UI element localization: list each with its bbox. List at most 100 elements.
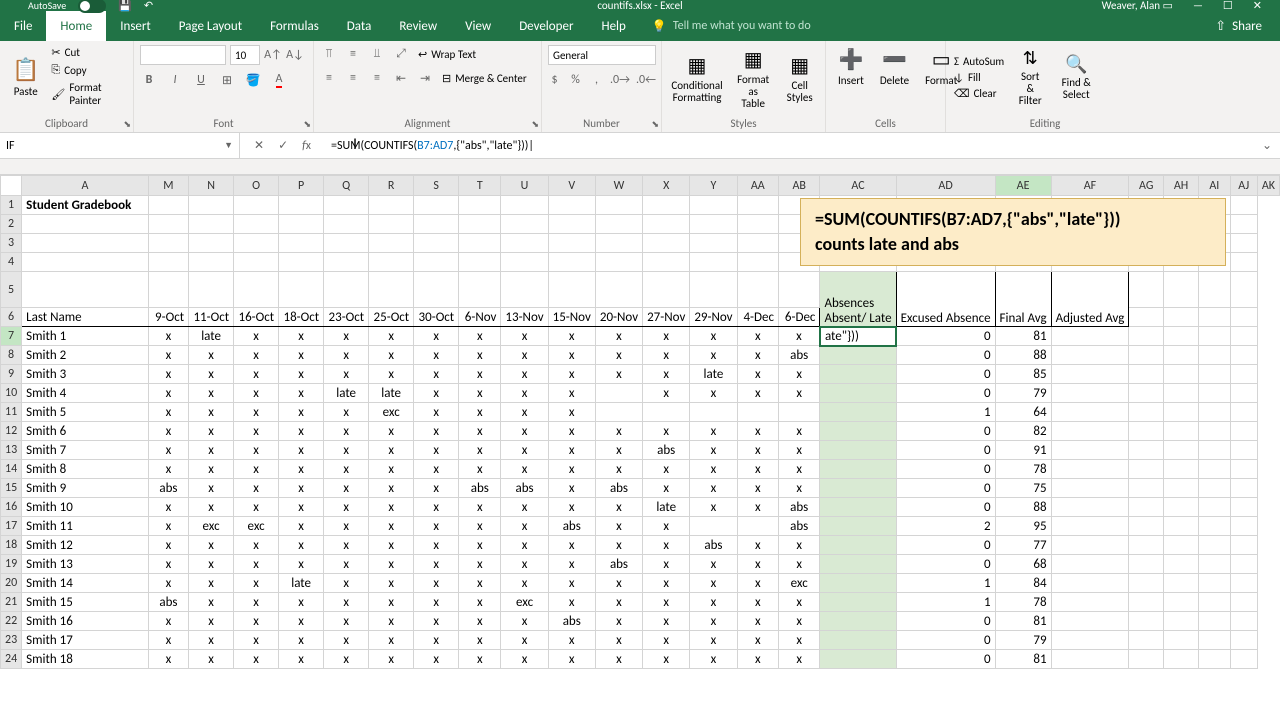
attendance-cell[interactable]: x	[690, 422, 737, 441]
date-header[interactable]: 11-Oct	[189, 308, 234, 327]
student-name[interactable]: Smith 4	[22, 384, 149, 403]
attendance-cell[interactable]: x	[369, 536, 414, 555]
attendance-cell[interactable]: x	[369, 574, 414, 593]
attendance-cell[interactable]: x	[779, 327, 820, 346]
attendance-cell[interactable]: abs	[643, 441, 690, 460]
excused-cell[interactable]: 0	[896, 631, 995, 650]
absent-late-cell[interactable]	[820, 365, 896, 384]
attendance-cell[interactable]: late	[690, 365, 737, 384]
attendance-cell[interactable]: x	[324, 612, 369, 631]
attendance-cell[interactable]: x	[779, 555, 820, 574]
attendance-cell[interactable]: late	[324, 384, 369, 403]
decrease-font-icon[interactable]: A↓	[286, 46, 304, 64]
final-avg-header[interactable]: Final Avg	[995, 272, 1051, 327]
excused-cell[interactable]: 0	[896, 422, 995, 441]
orientation-icon[interactable]: ⤢	[392, 45, 410, 63]
attendance-cell[interactable]: x	[548, 365, 595, 384]
attendance-cell[interactable]: x	[148, 498, 188, 517]
font-size-input[interactable]	[230, 45, 260, 65]
attendance-cell[interactable]: x	[459, 498, 501, 517]
attendance-cell[interactable]: x	[414, 384, 459, 403]
final-avg-cell[interactable]: 85	[995, 365, 1051, 384]
row-header[interactable]: 1	[1, 196, 22, 215]
attendance-cell[interactable]: x	[595, 517, 642, 536]
align-bottom-icon[interactable]: ⫫	[368, 45, 386, 63]
date-header[interactable]: 23-Oct	[324, 308, 369, 327]
excused-cell[interactable]: 1	[896, 403, 995, 422]
date-header[interactable]: 16-Oct	[234, 308, 279, 327]
attendance-cell[interactable]: x	[779, 460, 820, 479]
attendance-cell[interactable]: x	[369, 517, 414, 536]
adjusted-avg-cell[interactable]	[1051, 479, 1129, 498]
row-header[interactable]: 12	[1, 422, 22, 441]
attendance-cell[interactable]: x	[548, 536, 595, 555]
attendance-cell[interactable]: abs	[595, 555, 642, 574]
col-header[interactable]: U	[501, 176, 548, 196]
attendance-cell[interactable]: x	[643, 365, 690, 384]
attendance-cell[interactable]: x	[501, 498, 548, 517]
enter-formula-icon[interactable]: ✓	[278, 138, 288, 153]
attendance-cell[interactable]: x	[595, 422, 642, 441]
attendance-cell[interactable]: x	[189, 498, 234, 517]
final-avg-cell[interactable]: 95	[995, 517, 1051, 536]
date-header[interactable]: 13-Nov	[501, 308, 548, 327]
attendance-cell[interactable]: x	[279, 422, 324, 441]
currency-icon[interactable]: $	[548, 71, 561, 89]
attendance-cell[interactable]: x	[690, 346, 737, 365]
col-header[interactable]: AI	[1198, 176, 1230, 196]
attendance-cell[interactable]: x	[459, 555, 501, 574]
row-header[interactable]: 24	[1, 650, 22, 669]
excused-cell[interactable]: 0	[896, 479, 995, 498]
student-name[interactable]: Smith 11	[22, 517, 149, 536]
attendance-cell[interactable]: x	[501, 422, 548, 441]
attendance-cell[interactable]: x	[595, 631, 642, 650]
attendance-cell[interactable]: abs	[779, 517, 820, 536]
student-name[interactable]: Smith 8	[22, 460, 149, 479]
student-name[interactable]: Smith 18	[22, 650, 149, 669]
adjusted-avg-cell[interactable]	[1051, 650, 1129, 669]
attendance-cell[interactable]: x	[548, 441, 595, 460]
autosave-toggle[interactable]	[78, 0, 106, 13]
absent-late-cell[interactable]	[820, 346, 896, 365]
attendance-cell[interactable]: x	[148, 536, 188, 555]
attendance-cell[interactable]: x	[737, 631, 778, 650]
row-header[interactable]: 3	[1, 234, 22, 253]
attendance-cell[interactable]: x	[148, 422, 188, 441]
col-header[interactable]: X	[643, 176, 690, 196]
adjusted-avg-cell[interactable]	[1051, 536, 1129, 555]
row-header[interactable]: 11	[1, 403, 22, 422]
attendance-cell[interactable]: x	[324, 650, 369, 669]
attendance-cell[interactable]: x	[548, 403, 595, 422]
attendance-cell[interactable]	[643, 403, 690, 422]
attendance-cell[interactable]: x	[324, 346, 369, 365]
attendance-cell[interactable]: x	[459, 517, 501, 536]
col-header[interactable]: AK	[1257, 176, 1279, 196]
attendance-cell[interactable]: x	[189, 441, 234, 460]
attendance-cell[interactable]: x	[369, 327, 414, 346]
col-header[interactable]: P	[279, 176, 324, 196]
attendance-cell[interactable]: x	[459, 536, 501, 555]
attendance-cell[interactable]: x	[279, 479, 324, 498]
attendance-cell[interactable]: x	[234, 536, 279, 555]
find-select-button[interactable]: 🔍Find & Select	[1054, 51, 1098, 103]
final-avg-cell[interactable]: 78	[995, 593, 1051, 612]
format-as-table-button[interactable]: ▦Format as Table	[730, 45, 776, 112]
attendance-cell[interactable]: x	[414, 403, 459, 422]
student-name[interactable]: Smith 17	[22, 631, 149, 650]
row-header[interactable]: 10	[1, 384, 22, 403]
attendance-cell[interactable]: x	[737, 327, 778, 346]
final-avg-cell[interactable]: 78	[995, 460, 1051, 479]
col-header[interactable]: W	[595, 176, 642, 196]
attendance-cell[interactable]: x	[414, 422, 459, 441]
adjusted-avg-cell[interactable]	[1051, 460, 1129, 479]
attendance-cell[interactable]: x	[595, 441, 642, 460]
attendance-cell[interactable]: x	[324, 327, 369, 346]
attendance-cell[interactable]: x	[414, 365, 459, 384]
final-avg-cell[interactable]: 81	[995, 327, 1051, 346]
adjusted-avg-cell[interactable]	[1051, 384, 1129, 403]
attendance-cell[interactable]: x	[548, 384, 595, 403]
attendance-cell[interactable]: x	[643, 650, 690, 669]
attendance-cell[interactable]: x	[779, 650, 820, 669]
attendance-cell[interactable]: x	[148, 574, 188, 593]
tab-home[interactable]: Home	[46, 11, 106, 41]
